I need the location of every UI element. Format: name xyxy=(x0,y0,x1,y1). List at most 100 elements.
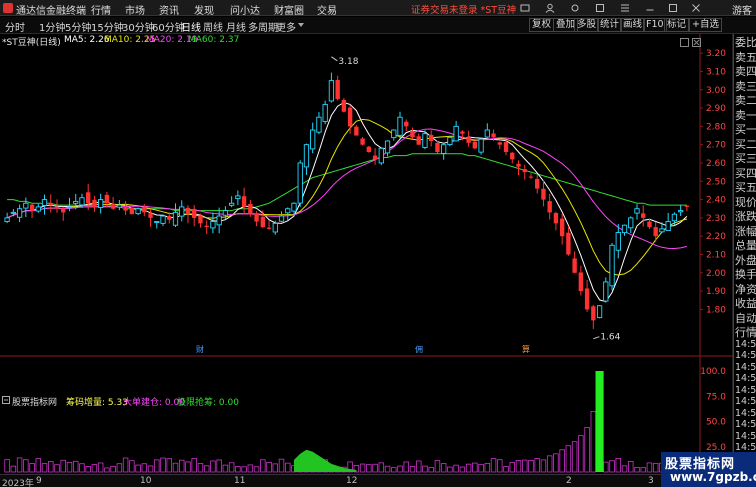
event-marker[interactable]: 财 xyxy=(196,344,204,354)
quote-label: 买二 xyxy=(735,137,756,151)
login-notice[interactable]: 证券交易未登录 *ST豆神 xyxy=(411,2,516,16)
quote-label: 收益 xyxy=(735,297,756,310)
candle[interactable] xyxy=(135,207,141,216)
maximize-icon[interactable] xyxy=(668,3,678,13)
app-logo-icon xyxy=(3,3,13,13)
menu-icon[interactable] xyxy=(620,3,630,13)
add-watchlist-button[interactable]: +自选 xyxy=(689,18,722,32)
menu-discover[interactable]: 发现 xyxy=(194,2,214,17)
menu-quotes[interactable]: 行情 xyxy=(91,2,111,17)
period-5min[interactable]: 5分钟 xyxy=(65,19,91,34)
quote-label: 卖四 xyxy=(735,65,756,78)
quote-label: 卖二 xyxy=(735,94,756,107)
trade-time: 14:54 xyxy=(735,350,756,361)
price-tick-label: 2.20 xyxy=(706,232,726,242)
quote-label: 涨跌 xyxy=(735,210,756,223)
period-more[interactable]: 更多 xyxy=(276,19,296,34)
high-label: 3.18 xyxy=(338,57,358,67)
menu-assistant[interactable]: 问小达 xyxy=(230,2,260,17)
statistics-button[interactable]: 统计 xyxy=(597,18,623,32)
price-tick-label: 2.30 xyxy=(706,214,726,224)
price-tick-label: 2.10 xyxy=(706,250,726,260)
quote-label: 现价 xyxy=(735,195,756,209)
candle[interactable] xyxy=(478,138,484,155)
trade-time: 14:54 xyxy=(735,338,756,350)
period-monthly[interactable]: 月线 xyxy=(226,19,246,34)
low-label: 1.64 xyxy=(600,333,620,343)
menu-market[interactable]: 市场 xyxy=(125,2,145,17)
menu-wealth-circle[interactable]: 财富圈 xyxy=(274,2,304,17)
candle[interactable] xyxy=(447,135,453,147)
indicator-spike-bar xyxy=(595,371,604,472)
period-30min[interactable]: 30分钟 xyxy=(122,19,155,34)
ma60-value: MA60: 2.37 xyxy=(188,35,240,45)
price-tick-label: 3.00 xyxy=(706,86,726,96)
candle[interactable] xyxy=(341,97,347,113)
trade-time: 14:55 xyxy=(735,407,756,419)
event-marker[interactable]: 佣 xyxy=(415,344,423,354)
settings-icon[interactable] xyxy=(570,3,580,13)
quote-panel: 委比 卖五 卖四 卖三 卖二 卖一 买一 买二 买三 买四 买五 现价 涨跌 涨幅 总量 外盘 换手 净资 收益 自动… xyxy=(733,34,756,482)
period-60min[interactable]: 60分钟 xyxy=(152,19,185,34)
candle[interactable] xyxy=(596,305,603,319)
app-title: 通达信金融终端 xyxy=(16,6,86,17)
stock-name[interactable]: *ST豆神(日线) xyxy=(2,35,61,48)
indicator-value-1: 筹码增量: 5.33 xyxy=(66,398,128,408)
quote-label: 换手 xyxy=(735,268,756,281)
date-label: 3 xyxy=(648,476,654,486)
minimize-icon[interactable] xyxy=(645,3,655,13)
price-tick-label: 2.50 xyxy=(706,177,726,187)
adjust-button[interactable]: 复权 xyxy=(529,18,555,32)
date-axis: 2023年 9 10 11 12 2 3 xyxy=(0,474,700,487)
indicator-tick-label: 50.0 xyxy=(706,418,726,428)
candle[interactable] xyxy=(378,147,384,166)
quote-label: 卖三 xyxy=(735,79,756,93)
candle[interactable] xyxy=(609,242,615,291)
trade-time: 14:55 xyxy=(735,396,756,407)
trade-time: 14:55 xyxy=(735,419,756,430)
message-icon[interactable] xyxy=(520,3,530,13)
trade-time: 14:55 xyxy=(735,361,756,373)
quote-label: 净资 xyxy=(735,282,756,296)
date-label: 12 xyxy=(346,476,358,486)
kline-chart[interactable]: 3.20 3.10 3.00 2.90 2.80 2.70 2.60 2.50 2.40 2.30… xyxy=(0,34,733,474)
date-label: 2 xyxy=(566,476,572,486)
candle[interactable] xyxy=(366,146,372,153)
event-marker[interactable]: 算 xyxy=(522,344,530,354)
period-weekly[interactable]: 周线 xyxy=(203,19,223,34)
quote-label: 涨幅 xyxy=(735,224,756,238)
price-tick-label: 1.90 xyxy=(706,287,726,297)
quote-label: 自动 xyxy=(735,311,756,325)
ma5-value: MA5: 2.26 xyxy=(64,35,110,45)
period-1min[interactable]: 1分钟 xyxy=(39,19,65,34)
period-intraday[interactable]: 分时 xyxy=(5,19,25,34)
user-icon[interactable] xyxy=(545,3,555,13)
indicator-name[interactable]: 股票指标网 xyxy=(12,395,57,408)
period-daily[interactable]: 日线 xyxy=(181,19,201,34)
candle[interactable] xyxy=(297,160,303,207)
skin-icon[interactable] xyxy=(595,3,605,13)
guest-label[interactable]: 游客 xyxy=(732,2,752,17)
close-icon[interactable] xyxy=(691,3,701,13)
candle[interactable] xyxy=(435,141,440,154)
chevron-down-icon[interactable] xyxy=(298,23,304,28)
menu-trade[interactable]: 交易 xyxy=(317,2,337,17)
indicator-toggle-icon[interactable] xyxy=(2,396,10,404)
indicator-tick-label: 100.0 xyxy=(700,367,726,377)
indicator-value-2: 大单建仓: 0.00 xyxy=(123,398,185,408)
menu-news[interactable]: 资讯 xyxy=(159,2,179,17)
price-tick-label: 2.00 xyxy=(706,269,726,279)
price-tick-label: 2.90 xyxy=(706,104,726,114)
period-multi[interactable]: 多周期 xyxy=(248,19,278,34)
multi-stock-button[interactable]: 多股 xyxy=(574,18,600,32)
price-tick-label: 2.70 xyxy=(706,141,726,151)
mark-button[interactable]: 标记 xyxy=(664,18,690,32)
quote-label: 买五 xyxy=(735,181,756,194)
price-tick-label: 2.40 xyxy=(706,196,726,206)
draw-line-button[interactable]: 画线 xyxy=(620,18,646,32)
trade-time: 14:55 xyxy=(735,430,756,442)
candle[interactable] xyxy=(322,100,328,125)
trade-time: 14:55 xyxy=(735,384,756,396)
period-15min[interactable]: 15分钟 xyxy=(91,19,124,34)
indicator-tick-label: 75.0 xyxy=(706,392,726,402)
